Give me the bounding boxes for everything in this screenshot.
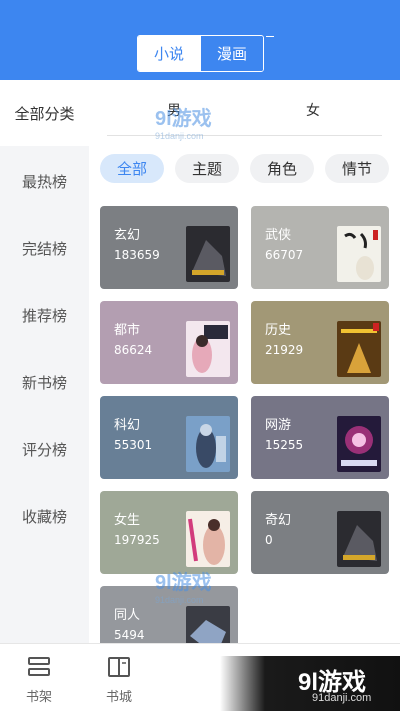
book-cover-image: [337, 511, 381, 567]
category-card-wangyou[interactable]: 网游 15255: [251, 396, 389, 479]
watermark-brand: 9l游戏 91danji.com: [220, 656, 400, 711]
category-name: 都市: [114, 323, 141, 338]
category-count: 5494: [114, 628, 145, 642]
category-name: 武侠: [265, 228, 292, 243]
tab-novel[interactable]: 小说: [138, 36, 200, 71]
nav-bookstore[interactable]: 书城: [89, 644, 149, 711]
category-count: 15255: [265, 438, 304, 452]
book-cover-image: [337, 416, 381, 472]
book-cover-image: [186, 416, 230, 472]
category-card-lishi[interactable]: 历史 21929: [251, 301, 389, 384]
category-card-dushi[interactable]: 都市 86624: [100, 301, 238, 384]
sidebar-item-finished[interactable]: 完结榜: [0, 238, 89, 259]
filter-chip-role[interactable]: 角色: [250, 154, 314, 183]
category-card-kehuan[interactable]: 科幻 55301: [100, 396, 238, 479]
category-name: 科幻: [114, 418, 141, 433]
category-name: 女生: [114, 513, 141, 528]
sidebar-item-recommended[interactable]: 推荐榜: [0, 305, 89, 326]
tab-comic[interactable]: 漫画: [200, 36, 263, 71]
category-name: 网游: [265, 418, 292, 433]
book-cover-image: [186, 321, 230, 377]
category-count: 0: [265, 533, 273, 547]
category-name: 历史: [265, 323, 292, 338]
category-name: 同人: [114, 608, 141, 623]
category-card-wuxia[interactable]: 武侠 66707: [251, 206, 389, 289]
category-sidebar: 全部分类 最热榜 完结榜 推荐榜 新书榜 评分榜 收藏榜: [0, 80, 89, 643]
nav-label: 书城: [105, 690, 132, 705]
category-card-qihuan[interactable]: 奇幻 0: [251, 491, 389, 574]
filter-chip-theme[interactable]: 主题: [175, 154, 239, 183]
top-bar: 小说 漫画: [0, 0, 400, 80]
category-count: 86624: [114, 343, 153, 357]
category-name: 奇幻: [265, 513, 292, 528]
sidebar-item-all-categories[interactable]: 全部分类: [0, 80, 89, 146]
gender-tab-female[interactable]: 女: [306, 100, 320, 120]
category-count: 66707: [265, 248, 304, 262]
book-cover-image: [186, 511, 230, 567]
category-card-nvsheng[interactable]: 女生 197925: [100, 491, 238, 574]
divider: [107, 135, 382, 136]
indicator-mark: [266, 36, 274, 37]
nav-bookshelf[interactable]: 书架: [9, 644, 69, 711]
category-count: 21929: [265, 343, 304, 357]
book-cover-image: [186, 226, 230, 282]
sidebar-item-new[interactable]: 新书榜: [0, 372, 89, 393]
content-type-switch: 小说 漫画: [137, 35, 264, 72]
category-count: 197925: [114, 533, 160, 547]
book-city-icon: [107, 656, 131, 678]
sidebar-item-rating[interactable]: 评分榜: [0, 439, 89, 460]
category-name: 玄幻: [114, 228, 141, 243]
category-card-xuanhuan[interactable]: 玄幻 183659: [100, 206, 238, 289]
category-count: 183659: [114, 248, 160, 262]
bookshelf-icon: [27, 656, 51, 678]
book-cover-image: [337, 226, 381, 282]
sidebar-item-favorites[interactable]: 收藏榜: [0, 506, 89, 527]
category-count: 55301: [114, 438, 153, 452]
book-cover-image: [337, 321, 381, 377]
nav-label: 书架: [25, 690, 52, 705]
gender-tab-male[interactable]: 男: [167, 100, 181, 120]
filter-chip-plot[interactable]: 情节: [325, 154, 389, 183]
filter-chip-all[interactable]: 全部: [100, 154, 164, 183]
sidebar-item-hot[interactable]: 最热榜: [0, 171, 89, 192]
